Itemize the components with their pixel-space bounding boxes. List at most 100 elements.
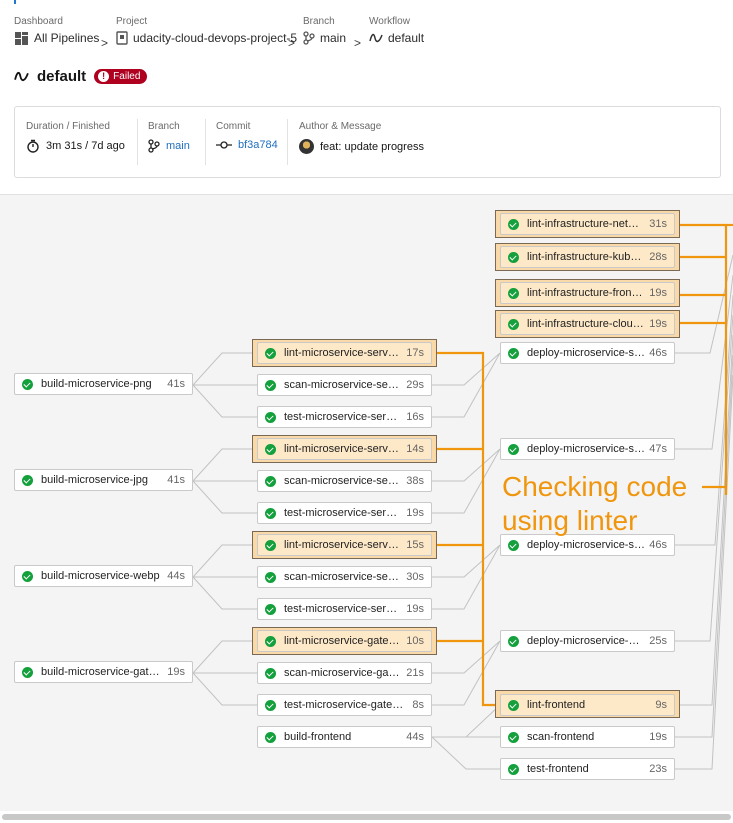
breadcrumb-value[interactable]: default	[388, 31, 424, 45]
job-name: lint-microservice-gateway	[284, 635, 403, 647]
job-name: lint-infrastructure-frontend	[527, 287, 646, 299]
job-duration: 21s	[406, 667, 424, 679]
success-check-icon	[508, 287, 519, 299]
success-check-icon	[508, 443, 519, 455]
breadcrumb-project[interactable]: Project udacity-cloud-devops-project-5	[116, 16, 297, 46]
status-badge: ! Failed	[94, 69, 148, 84]
job-name: build-microservice-gatew...	[41, 666, 164, 678]
job-name: deploy-microservice-gate...	[527, 635, 645, 647]
job-name: deploy-microservice-serv...	[527, 539, 646, 551]
job-build-microservice-jpg[interactable]: build-microservice-jpg 41s	[14, 469, 193, 491]
job-duration: 19s	[406, 507, 424, 519]
job-name: scan-microservice-server-...	[284, 379, 402, 391]
success-check-icon	[508, 347, 519, 359]
job-test-microservice-gateway[interactable]: test-microservice-gateway 8s	[257, 694, 432, 716]
job-scan-microservice-server-png[interactable]: scan-microservice-server-... 29s	[257, 374, 432, 396]
job-duration: 46s	[649, 347, 667, 359]
breadcrumb-value[interactable]: udacity-cloud-devops-project-5	[133, 31, 297, 45]
workflow-details-card: Duration / Finished 3m 31s / 7d ago Bran…	[14, 106, 721, 178]
breadcrumb-separator: >	[288, 36, 296, 50]
success-check-icon	[508, 699, 519, 711]
job-name: test-microservice-gateway	[284, 699, 409, 711]
job-name: lint-infrastructure-network	[527, 218, 646, 230]
job-lint-infrastructure-kubernetes[interactable]: lint-infrastructure-kubern... 28s	[500, 246, 675, 268]
job-duration: 10s	[406, 635, 424, 647]
job-duration: 47s	[649, 443, 667, 455]
job-duration: 38s	[406, 475, 424, 487]
annotation-text: Checking code using linter	[502, 470, 687, 538]
success-check-icon	[22, 570, 33, 582]
job-duration: 19s	[649, 318, 667, 330]
breadcrumb-separator: >	[101, 36, 109, 50]
job-duration: 41s	[167, 378, 185, 390]
job-test-microservice-server-webp[interactable]: test-microservice-server-... 19s	[257, 598, 432, 620]
job-duration: 29s	[406, 379, 424, 391]
job-lint-infrastructure-network[interactable]: lint-infrastructure-network 31s	[500, 213, 675, 235]
job-name: scan-microservice-server-...	[284, 475, 402, 487]
horizontal-scrollbar[interactable]	[0, 812, 733, 823]
branch-link[interactable]: main	[166, 140, 190, 152]
job-deploy-microservice-gateway[interactable]: deploy-microservice-gate... 25s	[500, 630, 675, 652]
job-duration: 19s	[406, 603, 424, 615]
job-duration: 17s	[406, 347, 424, 359]
job-name: lint-microservice-server-w...	[284, 539, 402, 551]
stopwatch-icon	[27, 139, 39, 153]
job-scan-microservice-gateway[interactable]: scan-microservice-gatew... 21s	[257, 662, 432, 684]
job-test-microservice-server-png[interactable]: test-microservice-server-... 16s	[257, 406, 432, 428]
job-name: deploy-microservice-serv...	[527, 347, 646, 359]
job-deploy-microservice-server-jpg[interactable]: deploy-microservice-serv... 47s	[500, 438, 675, 460]
commit-link[interactable]: bf3a784	[238, 139, 278, 151]
job-lint-microservice-server-webp[interactable]: lint-microservice-server-w... 15s	[257, 534, 432, 556]
job-scan-microservice-server-webp[interactable]: scan-microservice-server-... 30s	[257, 566, 432, 588]
success-check-icon	[265, 731, 276, 743]
breadcrumb-workflow[interactable]: Workflow default	[369, 16, 424, 46]
job-lint-infrastructure-cloudfront[interactable]: lint-infrastructure-cloudfr... 19s	[500, 313, 675, 335]
job-lint-infrastructure-frontend[interactable]: lint-infrastructure-frontend 19s	[500, 282, 675, 304]
job-name: lint-infrastructure-kubern...	[527, 251, 646, 263]
success-check-icon	[508, 218, 519, 230]
job-name: lint-microservice-server-p...	[284, 347, 402, 359]
job-build-microservice-png[interactable]: build-microservice-png 41s	[14, 373, 193, 395]
job-name: scan-microservice-gatew...	[284, 667, 403, 679]
alert-icon: !	[98, 71, 110, 82]
breadcrumb-value[interactable]: main	[320, 31, 346, 45]
job-build-microservice-gateway[interactable]: build-microservice-gatew... 19s	[14, 661, 193, 683]
success-check-icon	[265, 571, 276, 583]
success-check-icon	[265, 443, 276, 455]
job-duration: 9s	[655, 699, 667, 711]
scrollbar-thumb[interactable]	[2, 814, 731, 820]
job-scan-frontend[interactable]: scan-frontend 19s	[500, 726, 675, 748]
project-repo-icon	[116, 31, 128, 45]
job-lint-microservice-gateway[interactable]: lint-microservice-gateway 10s	[257, 630, 432, 652]
breadcrumb-dashboard[interactable]: Dashboard All Pipelines	[14, 16, 99, 46]
detail-duration: Duration / Finished 3m 31s / 7d ago	[26, 121, 125, 153]
job-lint-microservice-server-jpg[interactable]: lint-microservice-server-jpg 14s	[257, 438, 432, 460]
job-duration: 15s	[406, 539, 424, 551]
job-build-microservice-webp[interactable]: build-microservice-webp 44s	[14, 565, 193, 587]
detail-label: Commit	[216, 121, 251, 132]
breadcrumb-value[interactable]: All Pipelines	[34, 31, 99, 45]
success-check-icon	[22, 666, 33, 678]
job-duration: 8s	[412, 699, 424, 711]
success-check-icon	[265, 539, 276, 551]
job-test-microservice-server-jpg[interactable]: test-microservice-server-j... 19s	[257, 502, 432, 524]
success-check-icon	[265, 699, 276, 711]
job-scan-microservice-server-jpg[interactable]: scan-microservice-server-... 38s	[257, 470, 432, 492]
job-lint-microservice-server-png[interactable]: lint-microservice-server-p... 17s	[257, 342, 432, 364]
job-deploy-microservice-server-png[interactable]: deploy-microservice-serv... 46s	[500, 342, 675, 364]
job-test-frontend[interactable]: test-frontend 23s	[500, 758, 675, 780]
workflow-name: default	[37, 68, 87, 85]
job-name: deploy-microservice-serv...	[527, 443, 646, 455]
job-build-frontend[interactable]: build-frontend 44s	[257, 726, 432, 748]
job-duration: 28s	[649, 251, 667, 263]
success-check-icon	[265, 603, 276, 615]
divider	[205, 119, 206, 165]
git-branch-icon	[148, 139, 160, 153]
job-duration: 25s	[649, 635, 667, 647]
job-duration: 19s	[649, 731, 667, 743]
job-lint-frontend[interactable]: lint-frontend 9s	[500, 694, 675, 716]
breadcrumb-branch[interactable]: Branch main	[303, 16, 346, 46]
success-check-icon	[508, 539, 519, 551]
breadcrumb-label: Dashboard	[14, 16, 63, 27]
success-check-icon	[508, 731, 519, 743]
